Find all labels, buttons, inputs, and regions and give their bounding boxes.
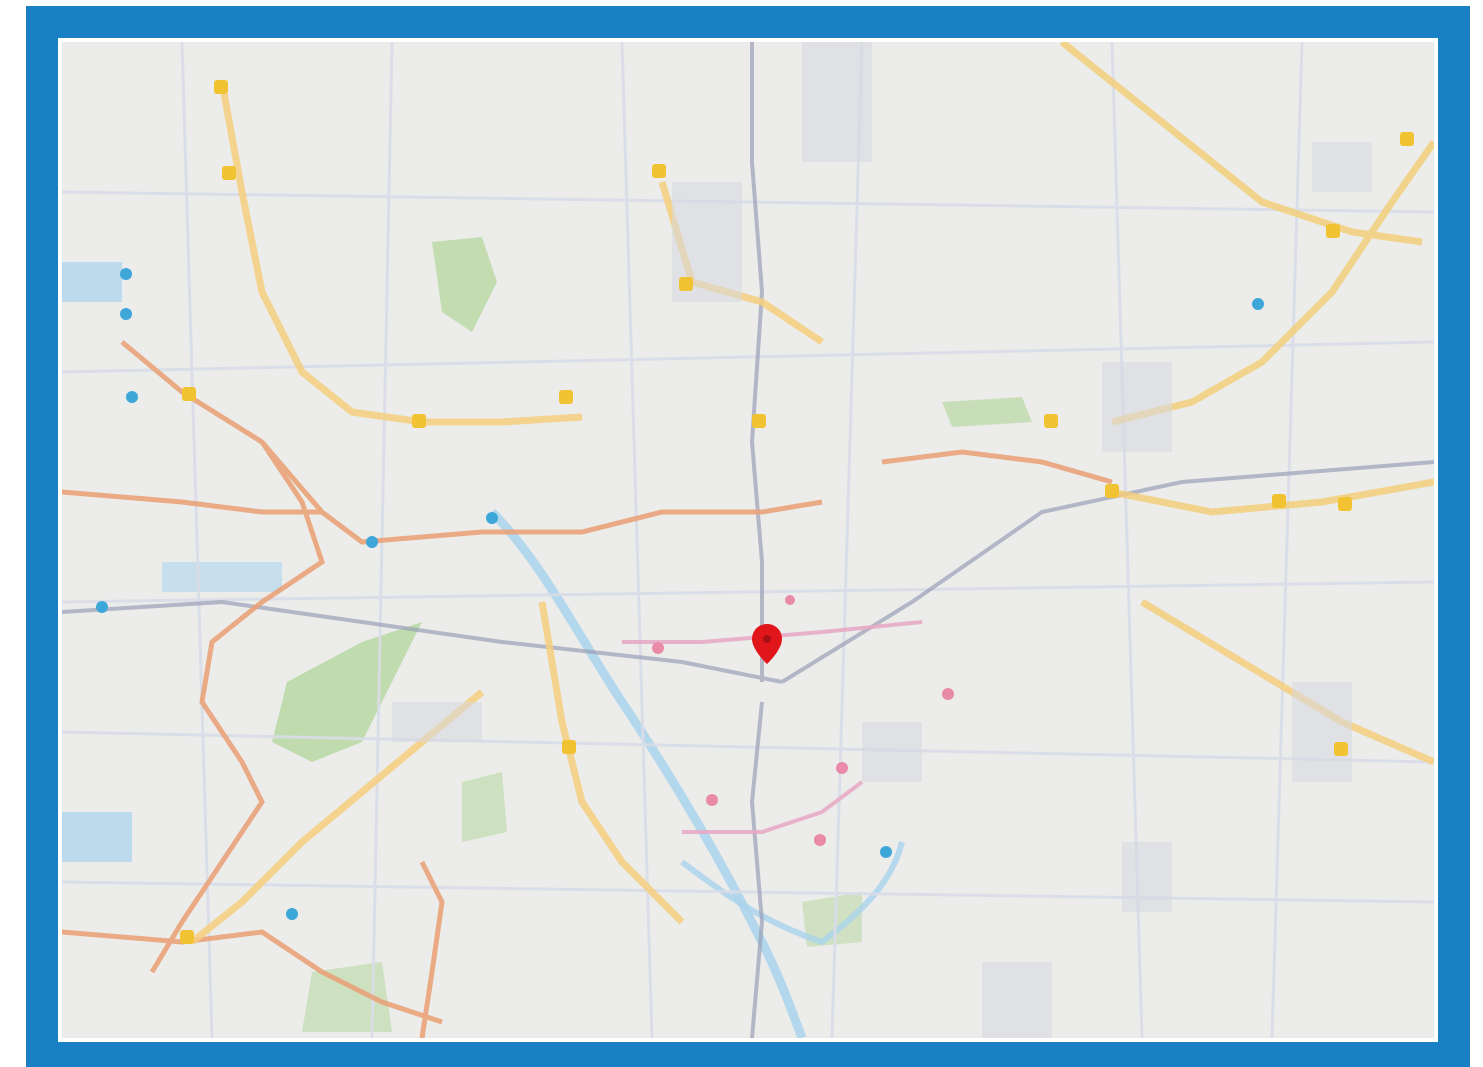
highway-shield-icon bbox=[1338, 497, 1352, 511]
map-viewport[interactable] bbox=[62, 42, 1434, 1038]
transit-station-icon bbox=[880, 846, 892, 858]
city-block bbox=[1102, 362, 1172, 452]
city-block bbox=[982, 962, 1052, 1038]
transit-station-icon bbox=[486, 512, 498, 524]
highway-shield-icon bbox=[222, 166, 236, 180]
transit-station-icon bbox=[120, 308, 132, 320]
highway-shield-icon bbox=[182, 387, 196, 401]
poi-icon bbox=[836, 762, 848, 774]
highway-shield-icon bbox=[1326, 224, 1340, 238]
poi-icon bbox=[652, 642, 664, 654]
location-pin-dot bbox=[763, 635, 771, 643]
highway-shield-icon bbox=[1400, 132, 1414, 146]
city-block bbox=[1292, 682, 1352, 782]
map-land bbox=[62, 42, 1434, 1038]
highway-shield-icon bbox=[752, 414, 766, 428]
transit-station-icon bbox=[286, 908, 298, 920]
transit-station-icon bbox=[120, 268, 132, 280]
park-area bbox=[462, 772, 507, 842]
highway-shield-icon bbox=[679, 277, 693, 291]
transit-station-icon bbox=[366, 536, 378, 548]
city-block bbox=[1312, 142, 1372, 192]
highway-shield-icon bbox=[652, 164, 666, 178]
poi-icon bbox=[706, 794, 718, 806]
city-block bbox=[392, 702, 482, 742]
highway-shield-icon bbox=[214, 80, 228, 94]
transit-station-icon bbox=[126, 391, 138, 403]
water-area bbox=[62, 812, 132, 862]
water-area bbox=[162, 562, 282, 592]
park-area bbox=[942, 397, 1032, 427]
highway-shield-icon bbox=[562, 740, 576, 754]
map-canvas[interactable] bbox=[62, 42, 1434, 1038]
poi-icon bbox=[942, 688, 954, 700]
poi-icon bbox=[814, 834, 826, 846]
highway-shield-icon bbox=[1105, 484, 1119, 498]
map-frame bbox=[26, 6, 1470, 1067]
city-block bbox=[1122, 842, 1172, 912]
transit-station-icon bbox=[96, 601, 108, 613]
map-border bbox=[58, 38, 1438, 1042]
highway-shield-icon bbox=[1334, 742, 1348, 756]
highway-shield-icon bbox=[1044, 414, 1058, 428]
highway-shield-icon bbox=[180, 930, 194, 944]
park-area bbox=[302, 962, 392, 1032]
city-block bbox=[862, 722, 922, 782]
highway-shield-icon bbox=[412, 414, 426, 428]
highway-shield-icon bbox=[559, 390, 573, 404]
transit-station-icon bbox=[1252, 298, 1264, 310]
city-block bbox=[802, 42, 872, 162]
highway-shield-icon bbox=[1272, 494, 1286, 508]
water-area bbox=[62, 262, 122, 302]
poi-icon bbox=[785, 595, 795, 605]
